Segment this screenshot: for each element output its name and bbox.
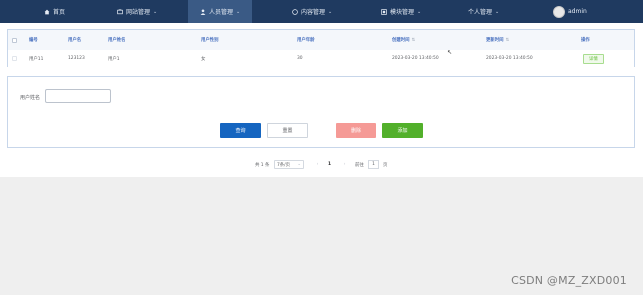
column-header-created[interactable]: 创建时间 ⇅ (392, 33, 415, 47)
page-size-select[interactable]: 7条/页 ⌄ (274, 160, 304, 169)
cell-username: 123123 (68, 56, 85, 61)
detail-button[interactable]: 详情 (583, 53, 604, 64)
cell-age: 30 (297, 56, 303, 61)
column-header-updated-label: 更新时间 (486, 38, 504, 43)
nav-content-manage-label: 内容管理 (301, 9, 326, 16)
cell-updated: 2023-03-20 13:40:50 (486, 56, 533, 61)
add-button[interactable]: 添加 (382, 123, 423, 138)
goto-suffix: 页 (383, 162, 388, 168)
mouse-cursor-icon: ↖ (447, 49, 453, 56)
nav-site-manage-label: 网站管理 (126, 9, 151, 16)
nav-site-manage[interactable]: 网站管理 ⌄ (117, 0, 157, 23)
column-header-username[interactable]: 用户名 (68, 33, 81, 47)
page-background-area: CSDN @MZ_ZXD001 (0, 177, 643, 295)
prev-page-button[interactable]: ‹ (313, 160, 322, 169)
nav-home-label: 首页 (53, 9, 66, 16)
sort-icon[interactable]: ⇅ (506, 38, 510, 43)
table-header-row: 编号 用户名 用户姓名 用户性别 用户年龄 创建时间 ⇅ 更新时间 ⇅ 操作 (8, 33, 634, 47)
nav-home[interactable]: 首页 (44, 0, 65, 23)
nav-module-manage[interactable]: 模块管理 ⌄ (381, 0, 421, 23)
cell-name: 用户1 (108, 56, 120, 62)
sort-icon[interactable]: ⇅ (412, 38, 416, 43)
top-navbar: 首页 网站管理 ⌄ 人员管理 ⌄ 内容管理 ⌄ 模块管理 ⌄ 个人管理 ⌄ ad… (0, 0, 643, 23)
next-page-button[interactable]: › (340, 160, 349, 169)
pagination-total: 共 1 条 (255, 162, 270, 168)
watermark: CSDN @MZ_ZXD001 (511, 274, 627, 287)
chevron-down-icon: ⌄ (153, 8, 158, 15)
table-row[interactable]: 用户11 123123 用户1 女 30 2023-03-20 13:40:50… (8, 50, 634, 67)
chevron-down-icon: ⌄ (495, 8, 500, 15)
goto-page-input[interactable]: 1 (368, 160, 379, 169)
chat-icon (292, 8, 298, 15)
nav-user-manage-label: 人员管理 (209, 9, 234, 16)
module-icon (381, 8, 387, 15)
name-field-label: 用户姓名 (20, 95, 41, 101)
select-all-checkbox[interactable] (12, 37, 17, 43)
nav-personal-manage[interactable]: 个人管理 ⌄ (468, 0, 499, 23)
chevron-down-icon: ⌄ (236, 8, 241, 15)
column-header-created-label: 创建时间 (392, 38, 410, 43)
user-name: admin (568, 8, 587, 15)
cell-created: 2023-03-20 13:40:50 (392, 56, 439, 61)
column-header-updated[interactable]: 更新时间 ⇅ (486, 33, 509, 47)
avatar (553, 5, 565, 18)
cell-gender: 女 (201, 56, 206, 62)
name-field[interactable] (45, 89, 111, 103)
user-menu[interactable]: admin (553, 0, 587, 23)
row-checkbox[interactable] (12, 56, 17, 61)
nav-personal-manage-label: 个人管理 (468, 9, 493, 16)
column-header-name[interactable]: 用户姓名 (108, 33, 126, 47)
column-header-id[interactable]: 编号 (29, 33, 38, 47)
home-icon (44, 9, 50, 14)
chevron-down-icon: ⌄ (297, 162, 301, 167)
chevron-down-icon: ⌄ (328, 8, 333, 15)
nav-module-manage-label: 模块管理 (390, 9, 415, 16)
goto-label: 前往 (355, 162, 364, 168)
column-header-action: 操作 (581, 38, 590, 43)
query-button[interactable]: 查询 (220, 123, 261, 138)
delete-button[interactable]: 删除 (336, 123, 376, 138)
page-size-value: 7条/页 (277, 162, 291, 168)
data-table: 编号 用户名 用户姓名 用户性别 用户年龄 创建时间 ⇅ 更新时间 ⇅ 操作 用… (7, 29, 635, 67)
reset-button[interactable]: 重置 (267, 123, 308, 138)
pagination: 共 1 条 7条/页 ⌄ ‹ 1 › 前往 1 页 (0, 158, 643, 171)
user-icon (200, 8, 206, 15)
nav-user-manage[interactable]: 人员管理 ⌄ (188, 0, 252, 23)
search-form: 用户姓名 查询 重置 删除 添加 (7, 76, 635, 148)
tv-icon (117, 8, 123, 14)
page-number-current[interactable]: 1 (325, 160, 334, 169)
nav-content-manage[interactable]: 内容管理 ⌄ (292, 0, 332, 23)
column-header-age[interactable]: 用户年龄 (297, 33, 315, 47)
chevron-down-icon: ⌄ (417, 8, 422, 15)
column-header-gender[interactable]: 用户性别 (201, 33, 219, 47)
cell-id: 用户11 (29, 56, 44, 62)
app-root: 首页 网站管理 ⌄ 人员管理 ⌄ 内容管理 ⌄ 模块管理 ⌄ 个人管理 ⌄ ad… (0, 0, 643, 295)
